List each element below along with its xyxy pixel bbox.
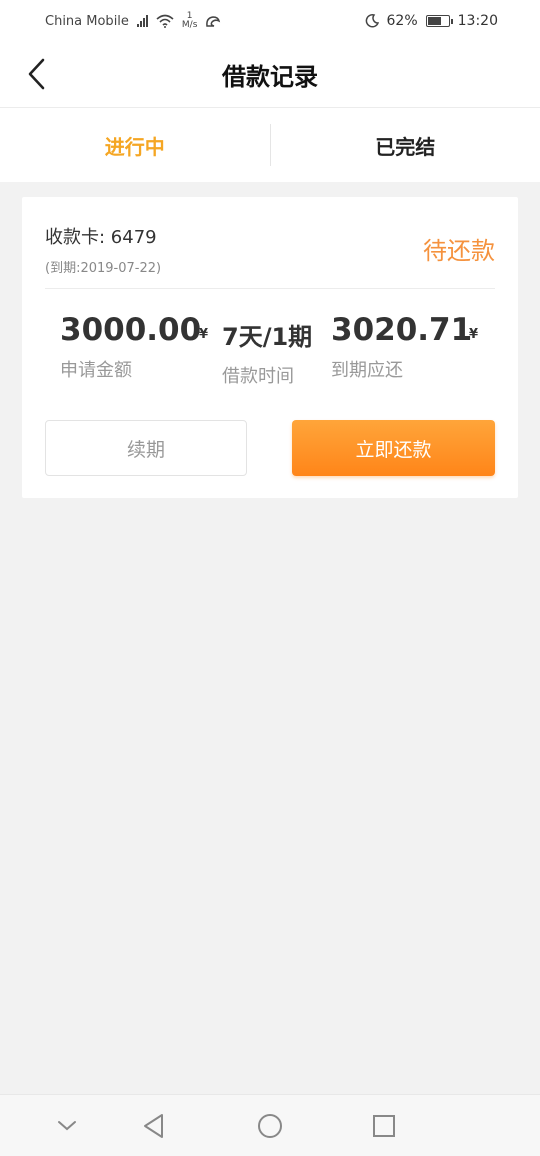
network-speed: 1 M/s [182, 12, 198, 30]
repay-now-button[interactable]: 立即还款 [292, 420, 495, 476]
receiving-card-label: 收款卡: 6479 [45, 227, 157, 248]
circle-home-icon [258, 1114, 282, 1138]
square-recent-icon [373, 1115, 395, 1137]
nav-back-button[interactable] [139, 1111, 169, 1141]
chevron-left-icon [28, 58, 45, 90]
status-left: China Mobile 1 M/s [45, 12, 221, 30]
uc-browser-icon [206, 16, 221, 27]
carrier-name: China Mobile [45, 13, 129, 29]
app-header: 借款记录 [0, 42, 540, 108]
nav-hide-button[interactable] [52, 1111, 82, 1141]
back-button[interactable] [16, 54, 56, 94]
battery-icon [425, 15, 453, 27]
loan-card: 收款卡: 6479 (到期:2019-07-22) 待还款 3000.00 申请… [22, 197, 518, 498]
status-badge: 待还款 [423, 237, 495, 265]
system-nav-bar [0, 1094, 540, 1156]
tab-bar: 进行中 已完结 [0, 108, 540, 182]
due-amount-label: 到期应还 [331, 360, 403, 381]
wifi-icon [156, 14, 174, 28]
clock: 13:20 [457, 13, 498, 29]
net-speed-unit: M/s [181, 20, 198, 30]
signal-icon [136, 15, 148, 27]
term-value: 7天/1期 [222, 323, 313, 351]
tab-completed[interactable]: 已完结 [271, 108, 540, 182]
stat-amount: 3000.00 申请金额 [60, 312, 201, 382]
amount-label: 申请金额 [60, 360, 132, 381]
renew-button[interactable]: 续期 [45, 420, 247, 476]
status-bar: China Mobile 1 M/s 62% 13:20 [0, 0, 540, 42]
loan-stats: 3000.00 申请金额 ¥ 7天/1期 借款时间 3020.71 到期应还 ¥ [22, 312, 518, 392]
chevron-down-icon [58, 1121, 76, 1131]
nav-recent-button[interactable] [369, 1111, 399, 1141]
amount-value: 3000.00 [60, 312, 202, 348]
amount-currency: ¥ [199, 327, 209, 342]
status-right: 62% 13:20 [365, 13, 498, 29]
tab-in-progress[interactable]: 进行中 [0, 108, 270, 182]
term-label: 借款时间 [222, 366, 294, 387]
due-currency: ¥ [469, 327, 479, 342]
page-title: 借款记录 [222, 63, 318, 91]
triangle-back-icon [144, 1114, 163, 1138]
moon-icon [365, 14, 379, 28]
due-amount-value: 3020.71 [331, 312, 473, 348]
loan-card-header: 收款卡: 6479 (到期:2019-07-22) 待还款 [45, 217, 495, 289]
nav-home-button[interactable] [255, 1111, 285, 1141]
stat-due-amount: 3020.71 到期应还 [331, 312, 472, 382]
due-date: (到期:2019-07-22) [45, 261, 162, 276]
battery-percent: 62% [386, 13, 418, 29]
stat-term: 7天/1期 借款时间 [222, 312, 312, 388]
